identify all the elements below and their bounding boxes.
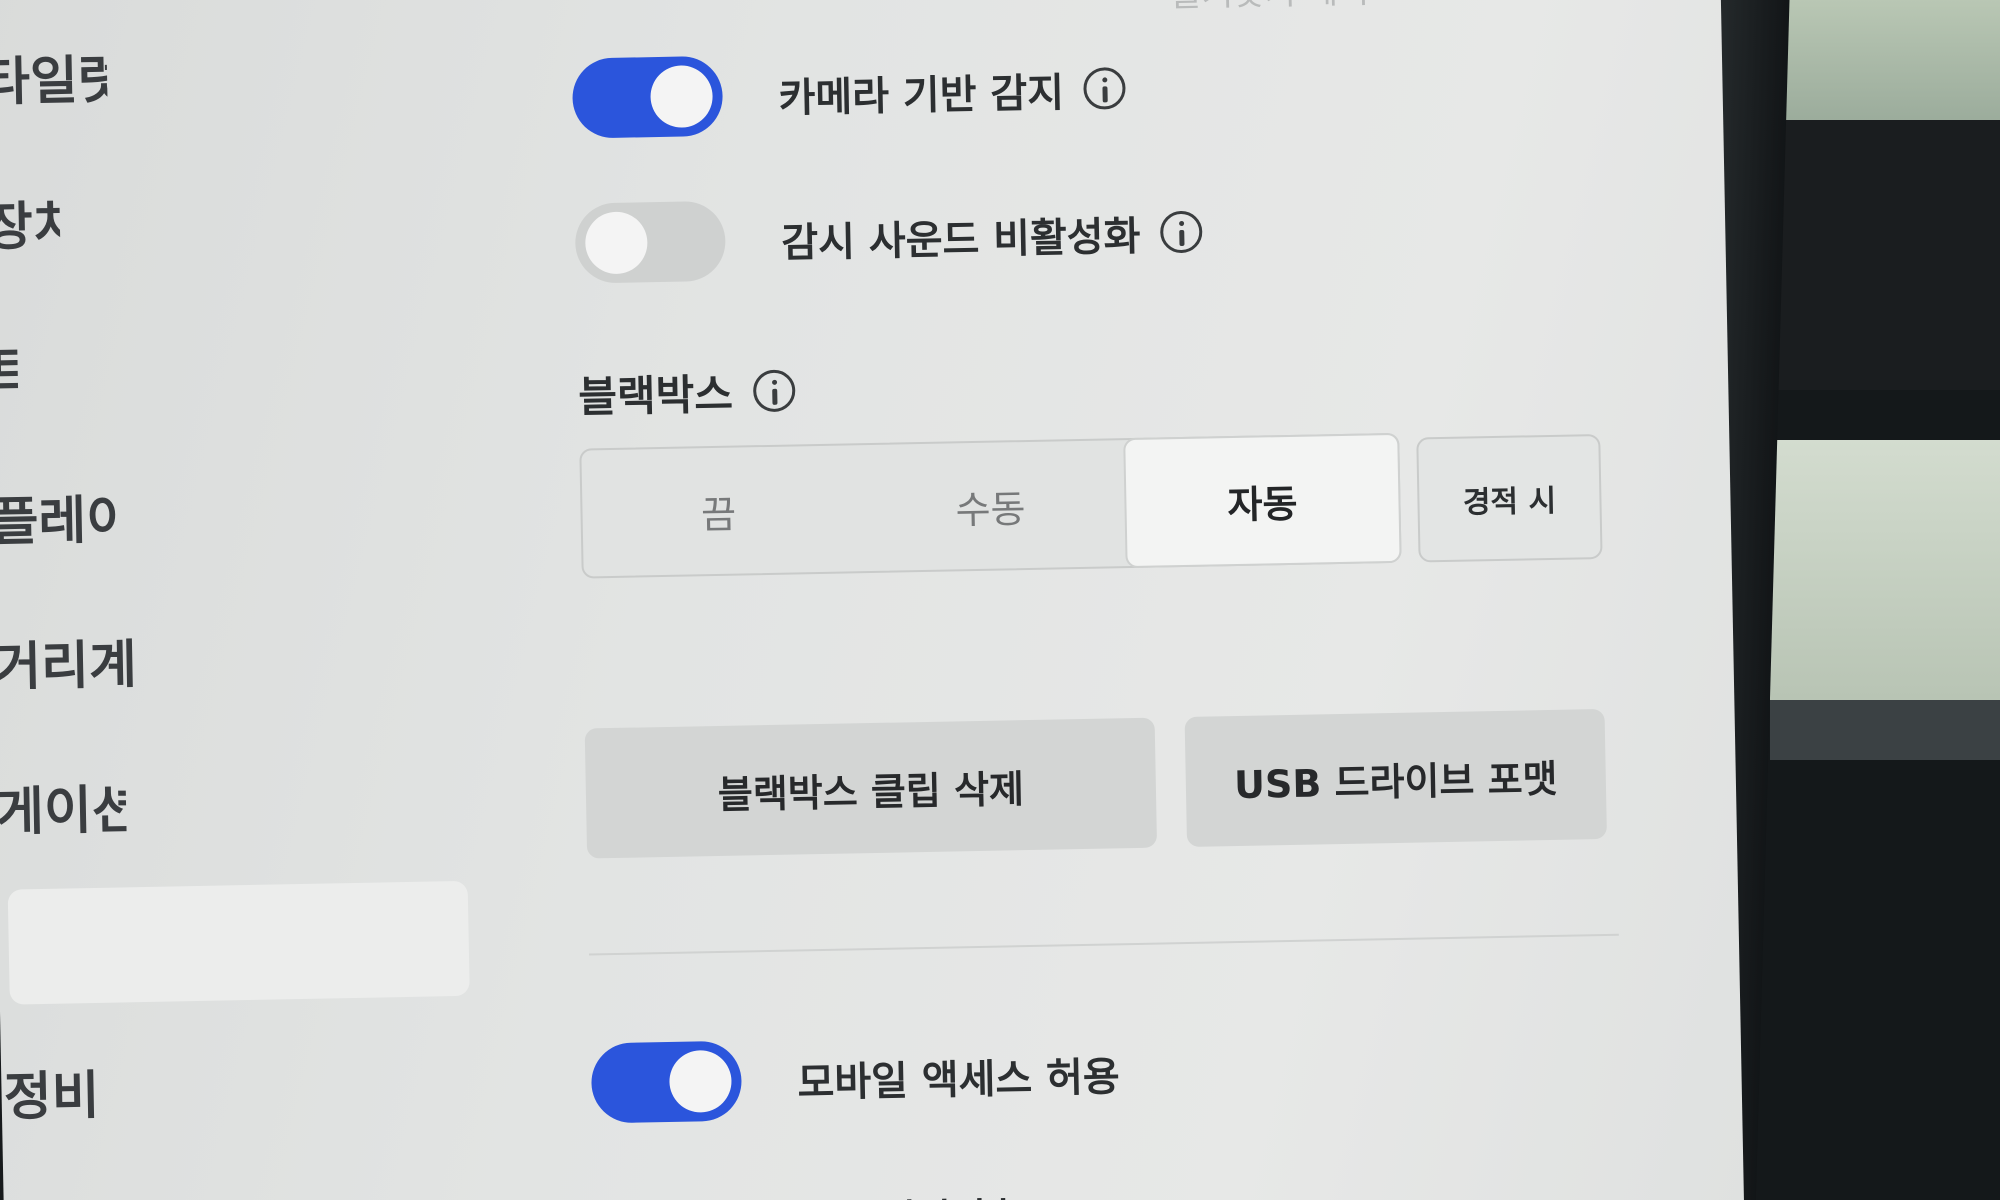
dashcam-on-honk-button[interactable]: 경적 시 xyxy=(1416,433,1603,563)
mobile-access-toggle[interactable] xyxy=(590,1040,743,1124)
info-icon[interactable] xyxy=(1083,67,1127,110)
sidebar-item-trips[interactable]: 거리계 xyxy=(0,622,136,700)
toggle-knob xyxy=(649,64,714,129)
dashcam-option-manual[interactable]: 수동 xyxy=(853,440,1127,571)
sidebar-item-autopilot[interactable]: 타일럿 xyxy=(0,38,108,115)
dashcam-mode-selector: 끔 수동 자동 xyxy=(579,432,1402,579)
favorites-exclude-label[interactable]: 즐겨찾기 제외 xyxy=(1170,0,1369,16)
sidebar: 타일럿 장치 트 플레이 거리계 게이션 정비 xyxy=(0,0,475,1200)
toggle-knob xyxy=(668,1049,733,1113)
settings-panel: 즐겨찾기 제외 카메라 기반 감지 감시 사운드 비활성화 블랙박스 끔 수동 … xyxy=(570,0,1645,1200)
sidebar-item-navigation[interactable]: 게이션 xyxy=(0,767,127,844)
sidebar-item-service[interactable]: 정비 xyxy=(1,1053,100,1130)
mobile-access-label: 모바일 액세스 허용 xyxy=(797,1054,1121,1107)
sidebar-item-lights[interactable]: 트 xyxy=(0,329,18,405)
sentry-sound-toggle[interactable] xyxy=(574,200,727,284)
dashcam-title: 블랙박스 xyxy=(577,369,734,422)
dashcam-option-off[interactable]: 끔 xyxy=(581,445,855,576)
sidebar-item-locks[interactable]: 장치 xyxy=(0,184,61,260)
sidebar-item-selected[interactable] xyxy=(7,880,470,1005)
dashcam-option-auto[interactable]: 자동 xyxy=(1125,434,1400,567)
dashcam-section: 블랙박스 xyxy=(578,359,796,424)
sidebar-item-display[interactable]: 플레이 xyxy=(0,477,119,554)
pin-password-label-partial: PIN 비밀번호 xyxy=(794,1185,1022,1200)
sentry-sound-label: 감시 사운드 비활성화 xyxy=(780,213,1141,267)
window-view-bottom xyxy=(1770,440,2000,700)
mobile-access-row: 모바일 액세스 허용 xyxy=(590,1033,1121,1124)
sentry-sound-row: 감시 사운드 비활성화 xyxy=(574,192,1203,284)
format-usb-button[interactable]: USB 드라이브 포맷 xyxy=(1184,708,1607,847)
info-icon[interactable] xyxy=(1159,210,1203,254)
camera-detection-toggle[interactable] xyxy=(571,55,724,139)
section-divider xyxy=(588,933,1619,956)
delete-dashcam-clips-button[interactable]: 블랙박스 클립 삭제 xyxy=(584,717,1158,859)
touchscreen: 타일럿 장치 트 플레이 거리계 게이션 정비 즐겨찾기 제외 카메라 기반 감… xyxy=(0,0,1745,1200)
info-icon[interactable] xyxy=(752,368,796,412)
door-trim xyxy=(1770,700,2000,760)
photo-frame: 타일럿 장치 트 플레이 거리계 게이션 정비 즐겨찾기 제외 카메라 기반 감… xyxy=(0,0,2000,1200)
camera-detection-row: 카메라 기반 감지 xyxy=(571,48,1127,139)
camera-detection-label: 카메라 기반 감지 xyxy=(778,70,1065,122)
toggle-knob xyxy=(584,211,648,275)
